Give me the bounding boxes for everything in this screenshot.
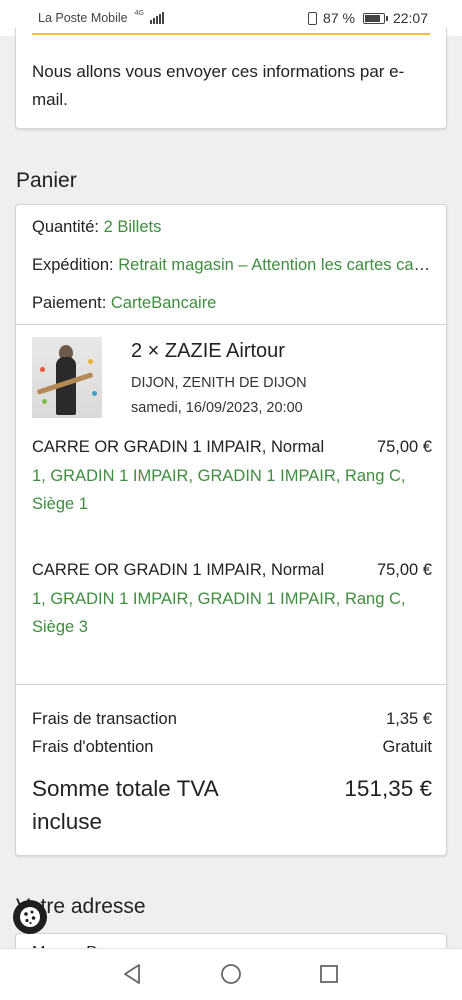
shipping-row[interactable]: Expédition: Retrait magasin – Attention … [32,256,432,275]
payment-label: Paiement: [32,294,107,312]
ticket-category: CARRE OR GRADIN 1 IMPAIR, Normal [32,438,325,456]
event-image[interactable] [32,337,102,418]
cookie-settings-button[interactable] [13,900,47,934]
payment-row: Paiement: CarteBancaire [32,294,432,313]
battery-icon [362,12,388,24]
signal-icon [149,12,164,24]
network-type: 4G [134,9,144,17]
cart-title: Panier [16,169,77,192]
shipping-label: Expédition: [32,256,114,274]
divider [16,684,446,685]
fee-label: Frais de transaction [32,710,177,728]
fee-row-obtention: Frais d'obtention Gratuit [32,738,432,757]
total-row: Somme totale TVA incluse 151,35 € [32,772,432,838]
ticket-seat: 1, GRADIN 1 IMPAIR, GRADIN 1 IMPAIR, Ran… [32,466,406,514]
home-icon [221,964,241,984]
info-message: Nous allons vous envoyer ces information… [32,62,405,109]
ticket-line: CARRE OR GRADIN 1 IMPAIR, Normal 75,00 €… [32,556,432,642]
shipping-value: Retrait magasin – Attention les cartes c… [118,256,432,274]
quantity-row: Quantité: 2 Billets [32,218,432,237]
total-value: 151,35 € [344,776,432,801]
info-card: Nous allons vous envoyer ces information… [15,28,447,129]
quantity-value: 2 Billets [103,218,162,236]
ticket-price: 75,00 € [376,438,432,456]
cookie-icon [20,907,40,927]
ticket-price: 75,00 € [376,561,432,579]
recents-button[interactable] [319,963,339,990]
payment-value: CarteBancaire [110,294,217,312]
system-nav-bar [0,948,462,1000]
vibrate-icon [308,11,318,25]
divider [16,324,446,325]
fee-value: 1,35 € [386,710,432,728]
ticket-seat: 1, GRADIN 1 IMPAIR, GRADIN 1 IMPAIR, Ran… [32,589,406,637]
home-button[interactable] [220,963,242,990]
cart-card: Quantité: 2 Billets Expédition: Retrait … [15,204,447,856]
ticket-line: CARRE OR GRADIN 1 IMPAIR, Normal 75,00 €… [32,433,432,519]
recents-icon [320,965,338,983]
event-date: samedi, 16/09/2023, 20:00 [131,400,303,416]
event-title: 2 × ZAZIE Airtour [131,340,285,362]
accent-line [32,33,430,35]
clock: 22:07 [392,10,428,26]
carrier-name: La Poste Mobile [38,11,128,25]
fee-value: Gratuit [382,738,432,756]
back-icon [124,964,140,984]
battery-percent: 87 % [323,10,355,26]
quantity-label: Quantité: [32,218,99,236]
fee-row-transaction: Frais de transaction 1,35 € [32,710,432,729]
fee-label: Frais d'obtention [32,738,154,756]
back-button[interactable] [122,963,142,990]
event-venue: DIJON, ZENITH DE DIJON [131,375,307,391]
ticket-category: CARRE OR GRADIN 1 IMPAIR, Normal [32,561,325,579]
total-label: Somme totale TVA incluse [32,776,218,834]
